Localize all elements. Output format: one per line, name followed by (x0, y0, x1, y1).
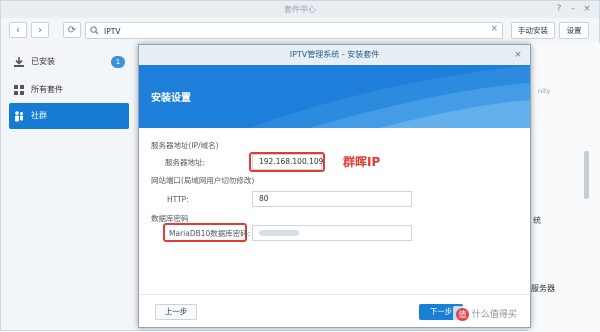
dialog-heading: 安装设置 (151, 93, 191, 104)
server-address-label: 服务器地址: (165, 158, 206, 167)
window-titlebar: 套件中心 ? – × (1, 1, 599, 18)
sidebar-item-community[interactable]: 社群 (9, 103, 129, 129)
toolbar: ‹ › ⟳ × 手动安装 设置 (1, 18, 599, 42)
banner-wave-graphic (249, 65, 530, 128)
back-button[interactable]: 上一步 (155, 304, 197, 320)
watermark-logo-icon: 值 (456, 308, 469, 321)
sidebar-item-label: 社群 (31, 111, 47, 120)
forward-nav-button[interactable]: › (31, 22, 49, 38)
clear-search-icon[interactable]: × (490, 24, 498, 34)
blurred-password-value (259, 230, 299, 236)
package-center-window: 套件中心 ? – × ‹ › ⟳ × 手动安装 设置 (0, 0, 600, 332)
refresh-button[interactable]: ⟳ (63, 22, 81, 38)
dialog-banner: 安装设置 (139, 65, 530, 128)
chevron-left-icon: ‹ (16, 25, 20, 36)
close-window-icon[interactable]: × (581, 3, 593, 15)
http-port-field[interactable]: 80 (252, 191, 412, 207)
download-icon (14, 57, 24, 67)
refresh-icon: ⟳ (67, 25, 77, 36)
chevron-right-icon: › (38, 25, 42, 36)
scrollbar[interactable] (584, 151, 589, 199)
server-ip-annotation: 群晖IP (343, 155, 381, 169)
package-name-fragment: 服务器 (531, 284, 555, 293)
manual-install-button[interactable]: 手动安装 (511, 22, 555, 39)
search-bar[interactable]: × (85, 22, 503, 39)
db-password-field[interactable] (252, 225, 412, 241)
package-list-background: nity 统 服务器 (528, 43, 600, 332)
dialog-title: IPTV管理系统 - 安装套件 (139, 45, 530, 65)
sidebar-item-installed[interactable]: 已安装 1 (9, 49, 129, 75)
dialog-footer-divider (139, 294, 530, 295)
server-address-highlight (249, 152, 325, 172)
sidebar-item-all-packages[interactable]: 所有套件 (9, 77, 129, 103)
db-password-label: MariaDB10数据库密码: (169, 229, 251, 238)
back-nav-button[interactable]: ‹ (9, 22, 27, 38)
search-icon (90, 26, 99, 35)
sidebar-item-label: 所有套件 (31, 85, 63, 94)
community-icon (15, 111, 23, 122)
http-port-label: HTTP: (167, 195, 189, 204)
settings-button[interactable]: 设置 (559, 22, 589, 39)
package-description-fragment: nity (538, 87, 551, 95)
search-input[interactable] (102, 24, 496, 39)
help-icon[interactable]: ? (553, 3, 565, 15)
watermark-text: 什么值得买 (471, 310, 517, 320)
watermark: 值 什么值得买 (453, 306, 520, 322)
sidebar: 已安装 1 所有套件 社群 (1, 43, 136, 332)
install-dialog: IPTV管理系统 - 安装套件 × 安装设置 服务器地址(IP/域名) 服务器地… (138, 44, 531, 328)
close-icon[interactable]: × (512, 49, 524, 61)
port-section-label: 网站端口(局域网用户切勿修改) (151, 176, 255, 185)
grid-icon (14, 85, 24, 95)
package-name-fragment: 统 (533, 216, 541, 225)
window-title: 套件中心 (284, 5, 316, 14)
sidebar-item-label: 已安装 (31, 57, 55, 66)
minimize-icon[interactable]: – (567, 3, 579, 15)
server-section-label: 服务器地址(IP/域名) (151, 141, 219, 150)
installed-count-badge: 1 (111, 56, 125, 68)
